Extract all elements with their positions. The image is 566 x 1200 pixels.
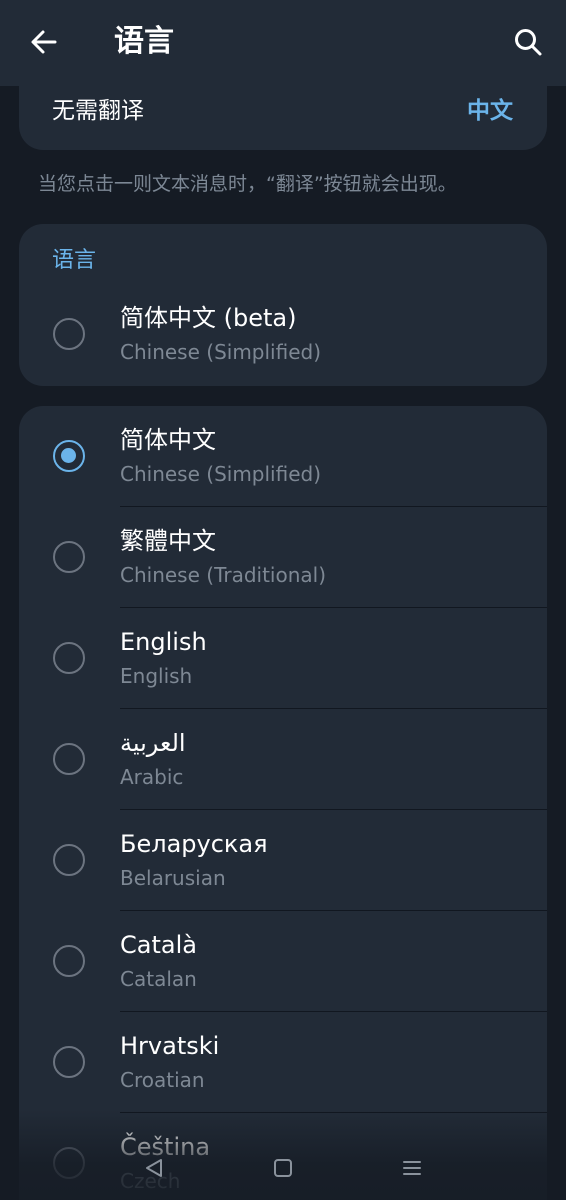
language-list: 简体中文 Chinese (Simplified) 繁體中文 Chinese (…: [19, 406, 547, 1200]
system-back-button[interactable]: [134, 1148, 174, 1188]
language-native-name: 简体中文: [120, 426, 216, 454]
search-button[interactable]: [508, 22, 548, 62]
language-native-name: العربية: [120, 729, 186, 757]
arrow-left-icon: [31, 30, 57, 54]
language-row-chinese-simplified-beta[interactable]: 简体中文 (beta) Chinese (Simplified): [19, 284, 547, 385]
language-english-name: Arabic: [120, 765, 184, 789]
language-english-name: Belarusian: [120, 866, 226, 890]
language-row[interactable]: 简体中文 Chinese (Simplified): [19, 406, 547, 507]
back-button[interactable]: [24, 22, 64, 62]
language-english-name: Catalan: [120, 967, 197, 991]
radio-button[interactable]: [53, 1046, 85, 1078]
language-native-name: Hrvatski: [120, 1032, 220, 1060]
system-home-button[interactable]: [263, 1148, 303, 1188]
language-settings-screen: 语言 无需翻译 中文 当您点击一则文本消息时，“翻译”按钮就会出现。 语言 简体…: [0, 0, 566, 1200]
language-row[interactable]: Català Catalan: [19, 911, 547, 1012]
language-native-name: Català: [120, 931, 197, 959]
language-row[interactable]: Беларуская Belarusian: [19, 810, 547, 911]
radio-button[interactable]: [53, 844, 85, 876]
language-row[interactable]: 繁體中文 Chinese (Traditional): [19, 507, 547, 608]
language-native-name: English: [120, 628, 207, 656]
radio-button[interactable]: [53, 743, 85, 775]
language-english-name: English: [120, 664, 193, 688]
system-navigation-bar: [0, 1136, 566, 1200]
radio-button-selected[interactable]: [53, 440, 85, 472]
language-section-card: 语言 简体中文 (beta) Chinese (Simplified): [19, 224, 547, 386]
search-icon: [515, 29, 542, 56]
language-english-name: Croatian: [120, 1068, 205, 1092]
language-row[interactable]: Hrvatski Croatian: [19, 1012, 547, 1113]
radio-button[interactable]: [53, 642, 85, 674]
language-english-name: Chinese (Simplified): [120, 462, 322, 486]
translate-hint: 当您点击一则文本消息时，“翻译”按钮就会出现。: [38, 173, 457, 195]
language-native-name: Беларуская: [120, 830, 268, 858]
language-native-name: 繁體中文: [120, 527, 216, 555]
page-title: 语言: [114, 24, 174, 59]
do-not-translate-value: 中文: [467, 98, 513, 124]
square-home-icon: [273, 1159, 292, 1177]
section-title: 语言: [52, 248, 97, 273]
language-native-name: 简体中文 (beta): [120, 304, 297, 332]
triangle-back-icon: [146, 1159, 163, 1177]
language-english-name: Chinese (Traditional): [120, 563, 326, 587]
language-english-name: Chinese (Simplified): [120, 340, 322, 364]
radio-button[interactable]: [53, 945, 85, 977]
language-row[interactable]: English English: [19, 608, 547, 709]
language-row[interactable]: العربية Arabic: [19, 709, 547, 810]
system-recents-button[interactable]: [392, 1148, 432, 1188]
app-header: 语言: [0, 0, 566, 86]
menu-lines-icon: [402, 1161, 421, 1175]
do-not-translate-label: 无需翻译: [52, 98, 144, 124]
radio-button[interactable]: [53, 318, 85, 350]
radio-button[interactable]: [53, 541, 85, 573]
